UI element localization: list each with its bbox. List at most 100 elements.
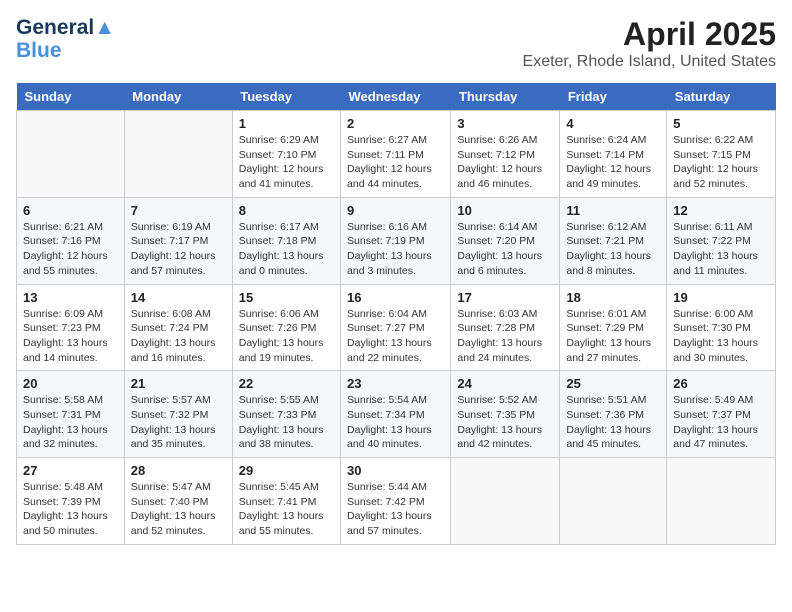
calendar-header-row: Sunday Monday Tuesday Wednesday Thursday…: [17, 83, 776, 111]
day-info: Sunrise: 6:08 AMSunset: 7:24 PMDaylight:…: [131, 307, 226, 366]
day-info: Sunrise: 6:22 AMSunset: 7:15 PMDaylight:…: [673, 133, 769, 192]
day-info: Sunrise: 5:48 AMSunset: 7:39 PMDaylight:…: [23, 480, 118, 539]
calendar-cell: 19 Sunrise: 6:00 AMSunset: 7:30 PMDayligh…: [667, 284, 776, 371]
header-friday: Friday: [560, 83, 667, 111]
logo: General▲ Blue: [16, 16, 115, 62]
day-number: 15: [239, 290, 334, 305]
calendar-cell: 8 Sunrise: 6:17 AMSunset: 7:18 PMDaylight…: [232, 197, 340, 284]
calendar-cell: [451, 458, 560, 545]
day-info: Sunrise: 5:47 AMSunset: 7:40 PMDaylight:…: [131, 480, 226, 539]
day-number: 5: [673, 116, 769, 131]
day-info: Sunrise: 6:04 AMSunset: 7:27 PMDaylight:…: [347, 307, 444, 366]
calendar-cell: 29Sunrise: 5:45 AMSunset: 7:41 PMDayligh…: [232, 458, 340, 545]
day-number: 17: [457, 290, 553, 305]
calendar-cell: 30 Sunrise: 5:44 AMSunset: 7:42 PMDayligh…: [341, 458, 451, 545]
day-info: Sunrise: 6:17 AMSunset: 7:18 PMDaylight:…: [239, 220, 334, 279]
day-info: Sunrise: 6:03 AMSunset: 7:28 PMDaylight:…: [457, 307, 553, 366]
header-sunday: Sunday: [17, 83, 125, 111]
day-info: Sunrise: 6:19 AMSunset: 7:17 PMDaylight:…: [131, 220, 226, 279]
page-header: General▲ Blue April 2025 Exeter, Rhode I…: [16, 16, 776, 71]
day-number: 9: [347, 203, 444, 218]
header-tuesday: Tuesday: [232, 83, 340, 111]
day-info: Sunrise: 5:51 AMSunset: 7:36 PMDaylight:…: [566, 393, 660, 452]
calendar-week-4: 20 Sunrise: 5:58 AMSunset: 7:31 PMDayligh…: [17, 371, 776, 458]
calendar-cell: 14 Sunrise: 6:08 AMSunset: 7:24 PMDayligh…: [124, 284, 232, 371]
day-number: 16: [347, 290, 444, 305]
day-number: 7: [131, 203, 226, 218]
calendar-cell: [560, 458, 667, 545]
day-info: Sunrise: 6:27 AMSunset: 7:11 PMDaylight:…: [347, 133, 444, 192]
day-number: 8: [239, 203, 334, 218]
day-number: 10: [457, 203, 553, 218]
day-number: 3: [457, 116, 553, 131]
calendar-title: April 2025: [523, 16, 776, 53]
day-info: Sunrise: 6:24 AMSunset: 7:14 PMDaylight:…: [566, 133, 660, 192]
day-info: Sunrise: 6:00 AMSunset: 7:30 PMDaylight:…: [673, 307, 769, 366]
calendar-cell: 16 Sunrise: 6:04 AMSunset: 7:27 PMDayligh…: [341, 284, 451, 371]
day-number: 24: [457, 376, 553, 391]
day-info: Sunrise: 6:06 AMSunset: 7:26 PMDaylight:…: [239, 307, 334, 366]
day-number: 13: [23, 290, 118, 305]
calendar-cell: 18 Sunrise: 6:01 AMSunset: 7:29 PMDayligh…: [560, 284, 667, 371]
day-number: 25: [566, 376, 660, 391]
day-number: 4: [566, 116, 660, 131]
day-info: Sunrise: 6:09 AMSunset: 7:23 PMDaylight:…: [23, 307, 118, 366]
calendar-cell: [667, 458, 776, 545]
calendar-cell: 5 Sunrise: 6:22 AMSunset: 7:15 PMDaylight…: [667, 111, 776, 198]
logo-blue: Blue: [16, 39, 115, 62]
calendar-week-1: 1Sunrise: 6:29 AMSunset: 7:10 PMDaylight…: [17, 111, 776, 198]
day-info: Sunrise: 6:26 AMSunset: 7:12 PMDaylight:…: [457, 133, 553, 192]
calendar-cell: 10 Sunrise: 6:14 AMSunset: 7:20 PMDayligh…: [451, 197, 560, 284]
day-number: 30: [347, 463, 444, 478]
calendar-cell: 20 Sunrise: 5:58 AMSunset: 7:31 PMDayligh…: [17, 371, 125, 458]
calendar-subtitle: Exeter, Rhode Island, United States: [523, 53, 776, 71]
day-number: 28: [131, 463, 226, 478]
header-monday: Monday: [124, 83, 232, 111]
day-info: Sunrise: 5:55 AMSunset: 7:33 PMDaylight:…: [239, 393, 334, 452]
day-info: Sunrise: 5:45 AMSunset: 7:41 PMDaylight:…: [239, 480, 334, 539]
calendar-cell: 17 Sunrise: 6:03 AMSunset: 7:28 PMDayligh…: [451, 284, 560, 371]
day-number: 19: [673, 290, 769, 305]
day-info: Sunrise: 5:54 AMSunset: 7:34 PMDaylight:…: [347, 393, 444, 452]
day-info: Sunrise: 6:01 AMSunset: 7:29 PMDaylight:…: [566, 307, 660, 366]
calendar-cell: 26 Sunrise: 5:49 AMSunset: 7:37 PMDayligh…: [667, 371, 776, 458]
calendar-cell: 4 Sunrise: 6:24 AMSunset: 7:14 PMDaylight…: [560, 111, 667, 198]
calendar-week-2: 6Sunrise: 6:21 AMSunset: 7:16 PMDaylight…: [17, 197, 776, 284]
day-info: Sunrise: 6:14 AMSunset: 7:20 PMDaylight:…: [457, 220, 553, 279]
header-wednesday: Wednesday: [341, 83, 451, 111]
day-number: 22: [239, 376, 334, 391]
day-info: Sunrise: 6:11 AMSunset: 7:22 PMDaylight:…: [673, 220, 769, 279]
calendar-cell: 24 Sunrise: 5:52 AMSunset: 7:35 PMDayligh…: [451, 371, 560, 458]
day-info: Sunrise: 6:12 AMSunset: 7:21 PMDaylight:…: [566, 220, 660, 279]
calendar-cell: 13 Sunrise: 6:09 AMSunset: 7:23 PMDayligh…: [17, 284, 125, 371]
day-info: Sunrise: 5:58 AMSunset: 7:31 PMDaylight:…: [23, 393, 118, 452]
day-number: 1: [239, 116, 334, 131]
day-number: 27: [23, 463, 118, 478]
day-number: 26: [673, 376, 769, 391]
calendar-cell: 1Sunrise: 6:29 AMSunset: 7:10 PMDaylight…: [232, 111, 340, 198]
calendar-cell: 12Sunrise: 6:11 AMSunset: 7:22 PMDayligh…: [667, 197, 776, 284]
calendar-cell: 22 Sunrise: 5:55 AMSunset: 7:33 PMDayligh…: [232, 371, 340, 458]
header-saturday: Saturday: [667, 83, 776, 111]
day-number: 6: [23, 203, 118, 218]
calendar-cell: 7 Sunrise: 6:19 AMSunset: 7:17 PMDaylight…: [124, 197, 232, 284]
day-info: Sunrise: 6:16 AMSunset: 7:19 PMDaylight:…: [347, 220, 444, 279]
calendar-cell: [124, 111, 232, 198]
calendar-cell: 25 Sunrise: 5:51 AMSunset: 7:36 PMDayligh…: [560, 371, 667, 458]
calendar-cell: 2 Sunrise: 6:27 AMSunset: 7:11 PMDaylight…: [341, 111, 451, 198]
day-number: 11: [566, 203, 660, 218]
calendar-cell: 11 Sunrise: 6:12 AMSunset: 7:21 PMDayligh…: [560, 197, 667, 284]
day-info: Sunrise: 5:49 AMSunset: 7:37 PMDaylight:…: [673, 393, 769, 452]
calendar-cell: 3 Sunrise: 6:26 AMSunset: 7:12 PMDaylight…: [451, 111, 560, 198]
day-info: Sunrise: 5:44 AMSunset: 7:42 PMDaylight:…: [347, 480, 444, 539]
day-number: 21: [131, 376, 226, 391]
calendar-cell: 6Sunrise: 6:21 AMSunset: 7:16 PMDaylight…: [17, 197, 125, 284]
day-info: Sunrise: 5:52 AMSunset: 7:35 PMDaylight:…: [457, 393, 553, 452]
day-number: 2: [347, 116, 444, 131]
calendar-cell: 21 Sunrise: 5:57 AMSunset: 7:32 PMDayligh…: [124, 371, 232, 458]
day-number: 20: [23, 376, 118, 391]
calendar-week-5: 27 Sunrise: 5:48 AMSunset: 7:39 PMDayligh…: [17, 458, 776, 545]
day-number: 14: [131, 290, 226, 305]
day-number: 18: [566, 290, 660, 305]
day-info: Sunrise: 5:57 AMSunset: 7:32 PMDaylight:…: [131, 393, 226, 452]
